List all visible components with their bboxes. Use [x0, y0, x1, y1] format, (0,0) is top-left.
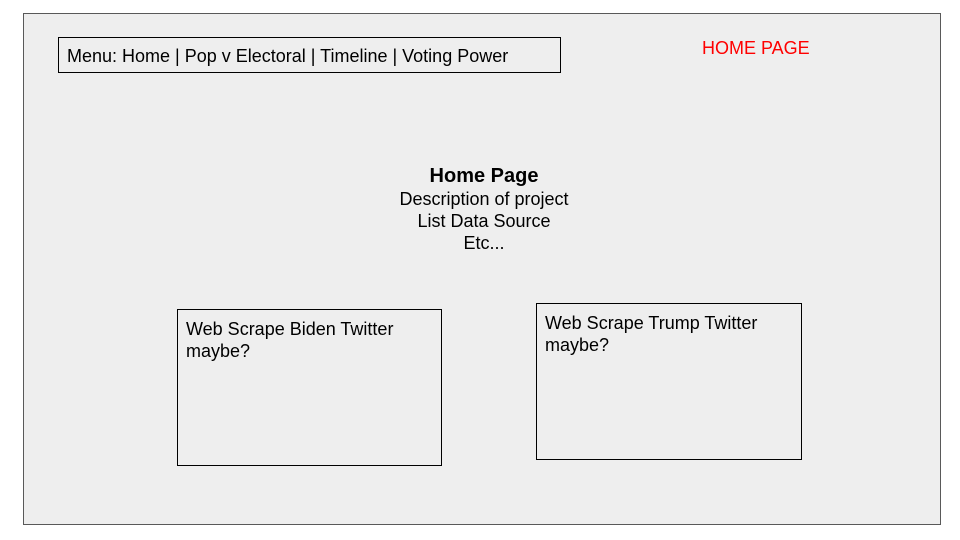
wireframe-slide: Menu: Home | Pop v Electoral | Timeline … [23, 13, 941, 525]
trump-twitter-box: Web Scrape Trump Twitter maybe? [536, 303, 802, 460]
home-page-title: Home Page [429, 165, 539, 187]
description-line: Description of project [399, 189, 569, 209]
etc-line: Etc... [463, 233, 505, 253]
biden-twitter-box: Web Scrape Biden Twitter maybe? [177, 309, 442, 466]
data-source-line: List Data Source [417, 211, 551, 231]
home-description-block: Home Page Description of project List Da… [284, 164, 684, 254]
page-tag-label: HOME PAGE [702, 38, 810, 58]
menu-bar[interactable]: Menu: Home | Pop v Electoral | Timeline … [58, 37, 561, 73]
